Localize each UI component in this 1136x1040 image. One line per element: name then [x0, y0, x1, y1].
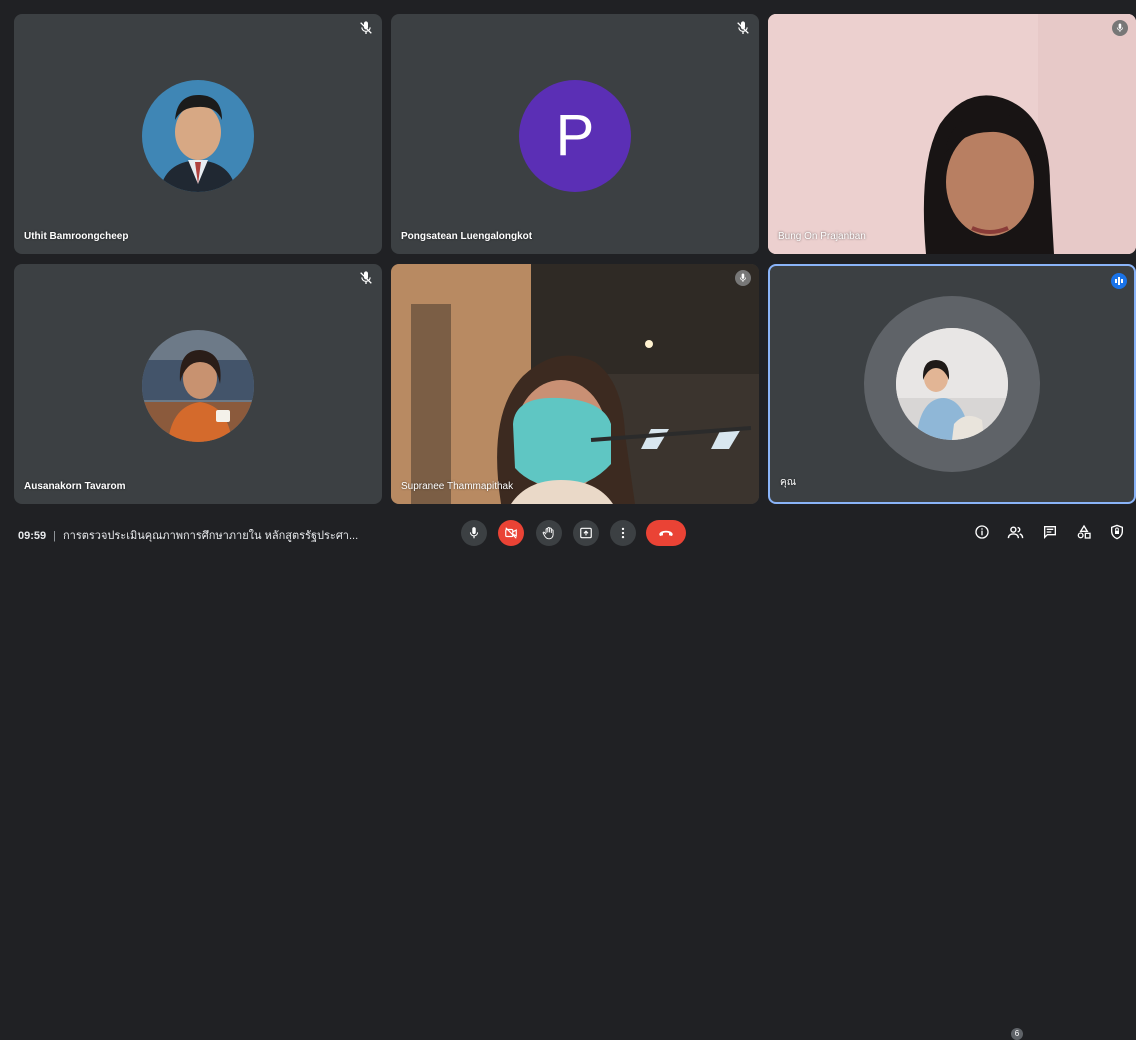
camera-button[interactable] — [498, 520, 524, 546]
speaking-indicator-icon — [1111, 273, 1127, 289]
people-button[interactable] — [1005, 522, 1025, 542]
people-count-badge: 6 — [1011, 1028, 1023, 1040]
participant-tile[interactable]: P Pongsatean Luengalongkot — [391, 14, 759, 254]
mic-off-icon — [360, 271, 372, 284]
mic-button[interactable] — [461, 520, 487, 546]
participant-initial-avatar: P — [519, 80, 631, 192]
meeting-info: 09:59 | การตรวจประเมินคุณภาพการศึกษาภายใน … — [18, 526, 358, 544]
self-avatar — [896, 328, 1008, 440]
participant-video-tile[interactable]: Bung On Prajanban — [768, 14, 1136, 254]
separator: | — [53, 530, 56, 542]
participant-name: คุณ — [780, 477, 796, 488]
participant-name: Bung On Prajanban — [778, 231, 866, 242]
mic-off-icon — [360, 21, 372, 34]
present-button[interactable] — [573, 520, 599, 546]
participant-name: Uthit Bamroongcheep — [24, 231, 129, 242]
people-icon — [1007, 525, 1023, 538]
meeting-details-button[interactable] — [972, 522, 992, 542]
raise-hand-button[interactable] — [536, 520, 562, 546]
meeting-time: 09:59 — [18, 530, 47, 542]
participant-avatar — [142, 80, 254, 192]
host-controls-button[interactable] — [1107, 522, 1127, 542]
raise-hand-icon — [542, 526, 554, 540]
mic-off-icon — [1112, 20, 1128, 36]
participant-name: Supranee Thammapithak — [401, 481, 514, 492]
camera-off-icon — [505, 527, 517, 539]
info-icon — [975, 525, 989, 539]
activities-icon — [1077, 524, 1091, 539]
participant-video — [391, 264, 759, 504]
participant-name: Ausanakorn Tavarom — [24, 481, 126, 492]
chat-icon — [1044, 526, 1056, 539]
end-call-icon — [659, 530, 673, 536]
meeting-title: การตรวจประเมินคุณภาพการศึกษาภายใน หลักสู… — [63, 530, 359, 542]
self-tile[interactable]: คุณ — [768, 264, 1136, 504]
activities-button[interactable] — [1074, 522, 1094, 542]
mic-off-icon — [737, 21, 749, 34]
chat-button[interactable] — [1040, 522, 1060, 542]
participant-name: Pongsatean Luengalongkot — [401, 231, 533, 242]
participant-video-tile[interactable]: Supranee Thammapithak — [391, 264, 759, 504]
participant-tile[interactable]: Uthit Bamroongcheep — [14, 14, 382, 254]
participant-video — [768, 14, 1136, 254]
more-options-button[interactable] — [610, 520, 636, 546]
mic-off-icon — [735, 270, 751, 286]
host-controls-icon — [1111, 524, 1123, 540]
participant-grid: Uthit Bamroongcheep P Pongsatean Luengal… — [0, 0, 1136, 514]
bottom-bar: 09:59 | การตรวจประเมินคุณภาพการศึกษาภายใน … — [0, 514, 1136, 1040]
participant-avatar — [142, 330, 254, 442]
end-call-button[interactable] — [646, 520, 686, 546]
participant-tile[interactable]: Ausanakorn Tavarom — [14, 264, 382, 504]
present-icon — [580, 527, 592, 539]
more-options-icon — [621, 527, 625, 539]
mic-icon — [469, 527, 479, 539]
